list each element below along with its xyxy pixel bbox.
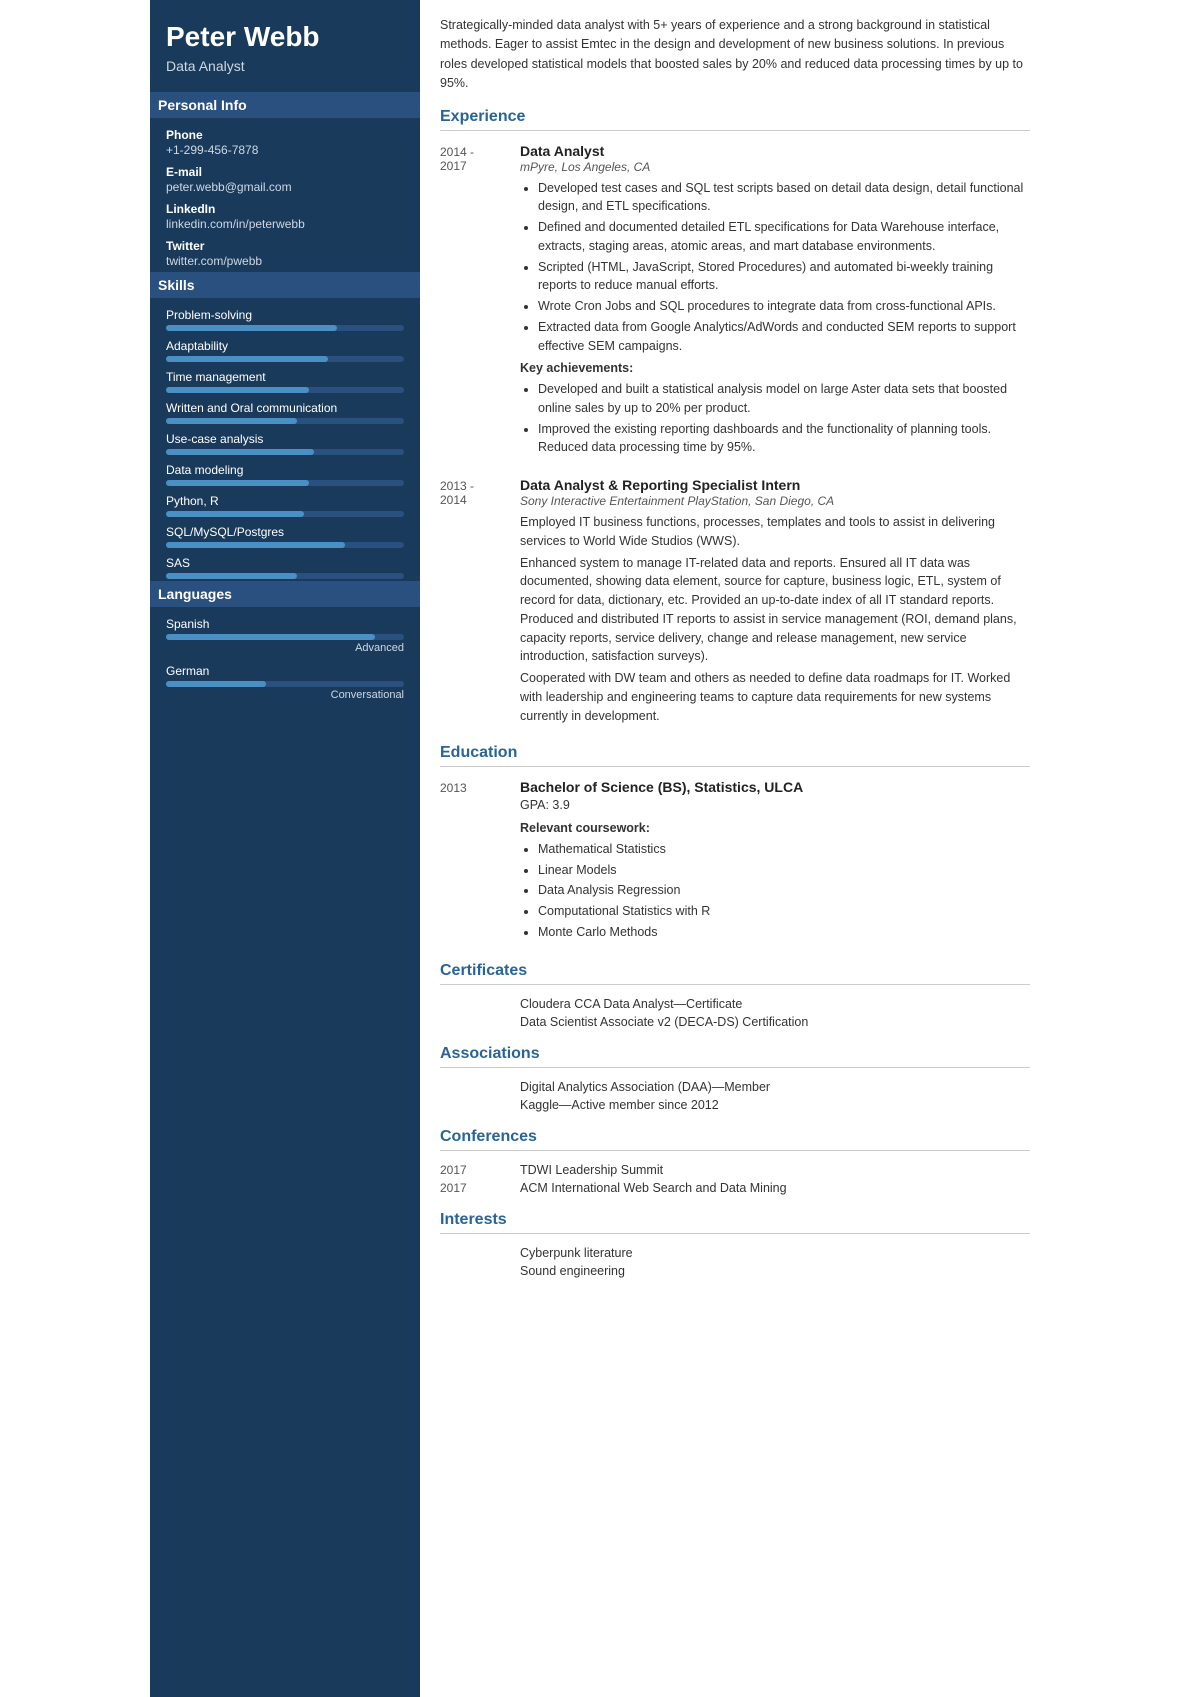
job-title-2: Data Analyst & Reporting Specialist Inte… bbox=[520, 477, 1030, 493]
conference-entry-1: 2017 TDWI Leadership Summit bbox=[440, 1163, 1030, 1177]
coursework-item: Data Analysis Regression bbox=[538, 881, 1030, 900]
coursework-label: Relevant coursework: bbox=[520, 819, 1030, 838]
skill-problem-solving: Problem-solving bbox=[166, 308, 404, 331]
job-bullet: Developed test cases and SQL test script… bbox=[538, 179, 1030, 217]
education-entry-1: 2013 Bachelor of Science (BS), Statistic… bbox=[440, 779, 1030, 945]
interest-item-2: Sound engineering bbox=[440, 1264, 1030, 1278]
coursework-item: Computational Statistics with R bbox=[538, 902, 1030, 921]
skill-python-r: Python, R bbox=[166, 494, 404, 517]
degree-title: Bachelor of Science (BS), Statistics, UL… bbox=[520, 779, 1030, 795]
conf-name-1: TDWI Leadership Summit bbox=[520, 1163, 663, 1177]
assoc-item-2: Kaggle—Active member since 2012 bbox=[440, 1098, 1030, 1112]
skill-sas: SAS bbox=[166, 556, 404, 579]
summary-text: Strategically-minded data analyst with 5… bbox=[440, 16, 1030, 94]
job-para: Enhanced system to manage IT-related dat… bbox=[520, 554, 1030, 667]
sidebar-name: Peter Webb bbox=[166, 20, 404, 54]
job-title-1: Data Analyst bbox=[520, 143, 1030, 159]
experience-section: Experience 2014 -2017 Data Analyst mPyre… bbox=[440, 108, 1030, 729]
skill-data-modeling: Data modeling bbox=[166, 463, 404, 486]
experience-date-2: 2013 -2014 bbox=[440, 477, 520, 728]
interests-heading: Interests bbox=[440, 1211, 1030, 1234]
job-bullet: Wrote Cron Jobs and SQL procedures to in… bbox=[538, 297, 1030, 316]
gpa: GPA: 3.9 bbox=[520, 796, 1030, 815]
sidebar: Peter Webb Data Analyst Personal Info Ph… bbox=[150, 0, 420, 1697]
experience-entry-1: 2014 -2017 Data Analyst mPyre, Los Angel… bbox=[440, 143, 1030, 462]
skill-use-case: Use-case analysis bbox=[166, 432, 404, 455]
assoc-item-1: Digital Analytics Association (DAA)—Memb… bbox=[440, 1080, 1030, 1094]
interest-item-1: Cyberpunk literature bbox=[440, 1246, 1030, 1260]
lang-spanish: Spanish Advanced bbox=[166, 617, 404, 654]
conf-date-1: 2017 bbox=[440, 1163, 520, 1177]
email-label: E-mail bbox=[166, 165, 404, 179]
job-bullet: Scripted (HTML, JavaScript, Stored Proce… bbox=[538, 258, 1030, 296]
skill-time-management: Time management bbox=[166, 370, 404, 393]
conf-name-2: ACM International Web Search and Data Mi… bbox=[520, 1181, 787, 1195]
phone-value: +1-299-456-7878 bbox=[166, 143, 404, 157]
associations-heading: Associations bbox=[440, 1045, 1030, 1068]
phone-label: Phone bbox=[166, 128, 404, 142]
key-achievements-label: Key achievements: bbox=[520, 359, 1030, 378]
coursework-item: Linear Models bbox=[538, 861, 1030, 880]
experience-entry-2: 2013 -2014 Data Analyst & Reporting Spec… bbox=[440, 477, 1030, 728]
job-para: Employed IT business functions, processe… bbox=[520, 513, 1030, 551]
experience-heading: Experience bbox=[440, 108, 1030, 131]
cert-item-1: Cloudera CCA Data Analyst—Certificate bbox=[440, 997, 1030, 1011]
education-heading: Education bbox=[440, 744, 1030, 767]
education-content-1: Bachelor of Science (BS), Statistics, UL… bbox=[520, 779, 1030, 945]
job-company-1: mPyre, Los Angeles, CA bbox=[520, 160, 1030, 174]
personal-info-heading: Personal Info bbox=[150, 92, 420, 118]
resume-container: Peter Webb Data Analyst Personal Info Ph… bbox=[150, 0, 1050, 1697]
sidebar-job-title: Data Analyst bbox=[166, 58, 404, 74]
conferences-heading: Conferences bbox=[440, 1128, 1030, 1151]
job-company-2: Sony Interactive Entertainment PlayStati… bbox=[520, 494, 1030, 508]
experience-content-1: Data Analyst mPyre, Los Angeles, CA Deve… bbox=[520, 143, 1030, 462]
education-section: Education 2013 Bachelor of Science (BS),… bbox=[440, 744, 1030, 945]
achievement-bullet: Improved the existing reporting dashboar… bbox=[538, 420, 1030, 458]
job-body-1: Developed test cases and SQL test script… bbox=[520, 179, 1030, 458]
education-date-1: 2013 bbox=[440, 779, 520, 945]
education-body: GPA: 3.9 Relevant coursework: Mathematic… bbox=[520, 796, 1030, 941]
certificates-heading: Certificates bbox=[440, 962, 1030, 985]
associations-section: Associations Digital Analytics Associati… bbox=[440, 1045, 1030, 1112]
coursework-item: Mathematical Statistics bbox=[538, 840, 1030, 859]
twitter-value: twitter.com/pwebb bbox=[166, 254, 404, 268]
experience-content-2: Data Analyst & Reporting Specialist Inte… bbox=[520, 477, 1030, 728]
coursework-item: Monte Carlo Methods bbox=[538, 923, 1030, 942]
conference-entry-2: 2017 ACM International Web Search and Da… bbox=[440, 1181, 1030, 1195]
certificates-section: Certificates Cloudera CCA Data Analyst—C… bbox=[440, 962, 1030, 1029]
experience-date-1: 2014 -2017 bbox=[440, 143, 520, 462]
job-bullet: Extracted data from Google Analytics/AdW… bbox=[538, 318, 1030, 356]
linkedin-value: linkedin.com/in/peterwebb bbox=[166, 217, 404, 231]
skills-heading: Skills bbox=[150, 272, 420, 298]
conferences-section: Conferences 2017 TDWI Leadership Summit … bbox=[440, 1128, 1030, 1195]
skill-adaptability: Adaptability bbox=[166, 339, 404, 362]
interests-section: Interests Cyberpunk literature Sound eng… bbox=[440, 1211, 1030, 1278]
twitter-label: Twitter bbox=[166, 239, 404, 253]
skill-written-oral: Written and Oral communication bbox=[166, 401, 404, 424]
job-body-2: Employed IT business functions, processe… bbox=[520, 513, 1030, 725]
linkedin-label: LinkedIn bbox=[166, 202, 404, 216]
cert-item-2: Data Scientist Associate v2 (DECA-DS) Ce… bbox=[440, 1015, 1030, 1029]
job-para: Cooperated with DW team and others as ne… bbox=[520, 669, 1030, 725]
conf-date-2: 2017 bbox=[440, 1181, 520, 1195]
lang-german: German Conversational bbox=[166, 664, 404, 701]
achievement-bullet: Developed and built a statistical analys… bbox=[538, 380, 1030, 418]
email-value: peter.webb@gmail.com bbox=[166, 180, 404, 194]
skill-sql: SQL/MySQL/Postgres bbox=[166, 525, 404, 548]
main-content: Strategically-minded data analyst with 5… bbox=[420, 0, 1050, 1697]
languages-heading: Languages bbox=[150, 581, 420, 607]
job-bullet: Defined and documented detailed ETL spec… bbox=[538, 218, 1030, 256]
